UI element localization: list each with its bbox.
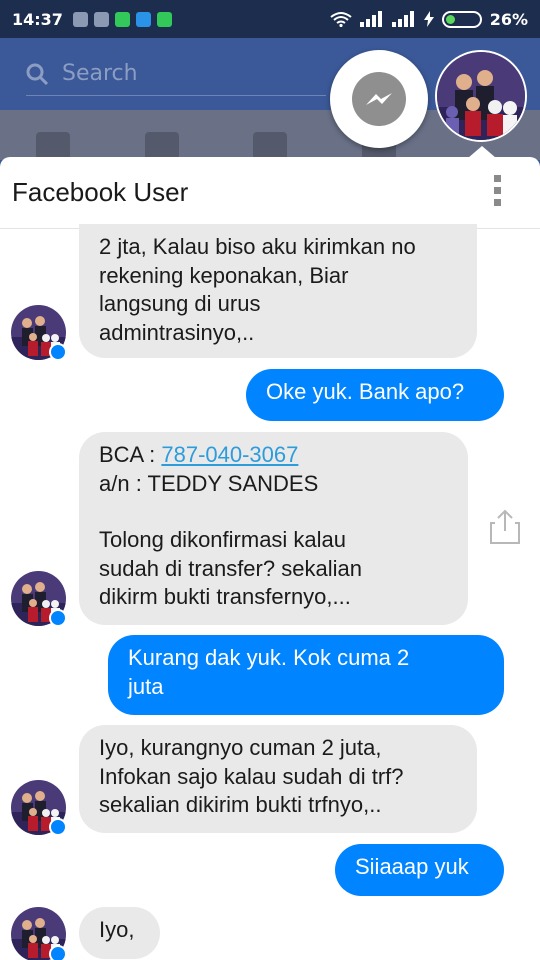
chat-header: Facebook User <box>0 157 540 229</box>
more-options-icon[interactable] <box>494 175 502 207</box>
message-incoming[interactable]: 2 jta, Kalau biso aku kirimkan no rekeni… <box>79 224 477 358</box>
line-app-icon <box>114 11 130 27</box>
message-incoming[interactable]: Iyo, <box>79 907 160 959</box>
messenger-badge-icon <box>49 818 67 836</box>
messenger-badge-icon <box>49 343 67 361</box>
status-time: 14:37 <box>12 9 63 29</box>
group-photo <box>437 52 525 140</box>
sender-avatar[interactable] <box>11 907 67 960</box>
message-outgoing[interactable]: Siiaaap yuk <box>335 844 504 896</box>
account-holder: a/n : TEDDY SANDES <box>99 470 319 496</box>
app-notification-icon <box>135 11 151 27</box>
search-input[interactable]: Search <box>26 52 326 96</box>
sender-avatar[interactable] <box>11 571 67 627</box>
signal-icon <box>391 11 414 27</box>
tab-messages[interactable] <box>253 132 287 160</box>
chat-head-avatar[interactable] <box>435 50 527 142</box>
chat-panel: Facebook User 2 jta, Kalau biso aku kiri… <box>0 157 540 960</box>
search-icon <box>26 63 48 85</box>
account-line: BCA : 787-040-3067 <box>99 441 448 470</box>
tab-news-feed[interactable] <box>36 132 70 160</box>
messenger-badge-icon <box>49 945 67 960</box>
messenger-bolt <box>366 93 392 105</box>
notification-icon <box>93 11 109 27</box>
battery-icon <box>441 10 482 28</box>
messenger-icon <box>352 72 406 126</box>
sender-avatar[interactable] <box>11 780 67 836</box>
battery-level <box>445 14 456 24</box>
charging-icon <box>423 11 434 27</box>
messenger-button[interactable] <box>330 50 428 148</box>
battery-percent: 26% <box>489 9 528 29</box>
message-incoming[interactable]: Iyo, kurangnyo cuman 2 juta, Infokan saj… <box>79 725 477 833</box>
message-text: Tolong dikonfirmasi kalau sudah di trans… <box>99 527 362 609</box>
status-right: 26% <box>330 10 528 29</box>
app-notification-icon <box>156 11 172 27</box>
sender-avatar[interactable] <box>11 305 67 361</box>
search-placeholder: Search <box>62 61 138 86</box>
message-outgoing[interactable]: Kurang dak yuk. Kok cuma 2 juta <box>108 635 504 715</box>
messenger-badge-icon <box>49 609 67 627</box>
share-icon[interactable] <box>489 509 521 545</box>
bank-label: BCA : <box>99 442 162 467</box>
signal-icon <box>359 11 382 27</box>
tab-friends[interactable] <box>145 132 179 160</box>
wifi-icon <box>330 12 352 27</box>
notification-icon <box>72 11 88 27</box>
message-incoming[interactable]: BCA : 787-040-3067 a/n : TEDDY SANDES To… <box>79 432 468 625</box>
status-bar: 14:37 26% <box>0 0 540 38</box>
account-number-link[interactable]: 787-040-3067 <box>161 442 298 467</box>
message-outgoing[interactable]: Oke yuk. Bank apo? <box>246 369 504 421</box>
chat-title: Facebook User <box>12 177 189 207</box>
